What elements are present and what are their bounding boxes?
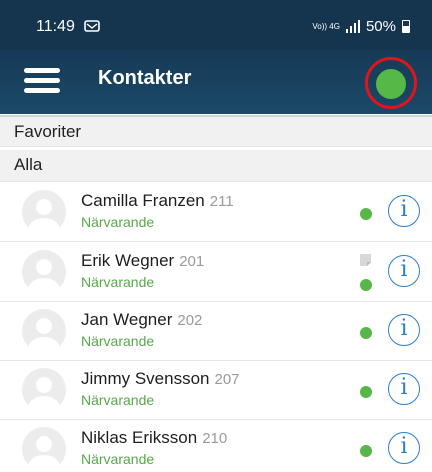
contact-extension: 202 — [177, 312, 203, 329]
contact-name: Camilla Franzen — [81, 191, 205, 210]
contact-name-line: Niklas Eriksson 210 — [81, 428, 227, 448]
message-notification-icon — [84, 20, 100, 32]
page-title: Kontakter — [98, 67, 192, 89]
contact-name-line: Erik Wegner 201 — [81, 251, 204, 271]
avatar-icon — [22, 250, 66, 294]
contact-name: Jan Wegner — [81, 310, 173, 329]
contact-row[interactable]: Niklas Eriksson 210 Närvarande i — [0, 420, 432, 472]
info-icon[interactable]: i — [388, 373, 420, 405]
contact-status: Närvarande — [81, 214, 155, 230]
network-type-label: Vo)) 4G — [312, 21, 340, 31]
contact-status: Närvarande — [81, 392, 155, 408]
contact-row[interactable]: Jan Wegner 202 Närvarande i — [0, 302, 432, 361]
section-all[interactable]: Alla — [0, 150, 432, 182]
contact-status: Närvarande — [81, 274, 155, 290]
document-icon — [360, 254, 371, 266]
contact-extension: 210 — [202, 430, 228, 447]
hamburger-menu-icon[interactable] — [24, 66, 60, 96]
contact-row[interactable]: Camilla Franzen 211 Närvarande i — [0, 183, 432, 242]
contact-status: Närvarande — [81, 451, 155, 467]
presence-indicator-icon — [360, 445, 372, 457]
info-icon[interactable]: i — [388, 255, 420, 287]
status-time: 11:49 — [36, 18, 75, 35]
presence-indicator-icon — [360, 386, 372, 398]
contact-extension: 201 — [179, 253, 205, 270]
status-indicators: Vo)) 4G 50% — [312, 18, 410, 35]
contact-name-line: Jimmy Svensson 207 — [81, 369, 240, 389]
presence-status-button[interactable] — [365, 57, 417, 109]
battery-icon — [402, 20, 410, 33]
presence-indicator-icon — [360, 279, 372, 291]
contact-row[interactable]: Erik Wegner 201 Närvarande i — [0, 243, 432, 302]
contact-name-line: Camilla Franzen 211 — [81, 191, 234, 211]
presence-indicator-icon — [360, 208, 372, 220]
presence-indicator-icon — [360, 327, 372, 339]
battery-percent: 50% — [365, 18, 396, 35]
contact-status: Närvarande — [81, 333, 155, 349]
contact-name-line: Jan Wegner 202 — [81, 310, 202, 330]
contact-name: Niklas Eriksson — [81, 428, 198, 447]
avatar-icon — [22, 190, 66, 234]
section-favorites[interactable]: Favoriter — [0, 115, 432, 147]
avatar-icon — [22, 427, 66, 471]
info-icon[interactable]: i — [388, 432, 420, 464]
info-icon[interactable]: i — [388, 195, 420, 227]
avatar-icon — [22, 309, 66, 353]
contact-row[interactable]: Jimmy Svensson 207 Närvarande i — [0, 361, 432, 420]
contact-name: Jimmy Svensson — [81, 369, 210, 388]
avatar-icon — [22, 368, 66, 412]
contact-name: Erik Wegner — [81, 251, 175, 270]
presence-dot-icon — [376, 69, 406, 99]
status-bar: 11:49 Vo)) 4G 50% — [0, 0, 432, 50]
signal-icon — [345, 20, 360, 33]
info-icon[interactable]: i — [388, 314, 420, 346]
contact-extension: 207 — [214, 371, 240, 388]
app-bar: Kontakter — [0, 50, 432, 114]
contact-extension: 211 — [209, 193, 234, 210]
